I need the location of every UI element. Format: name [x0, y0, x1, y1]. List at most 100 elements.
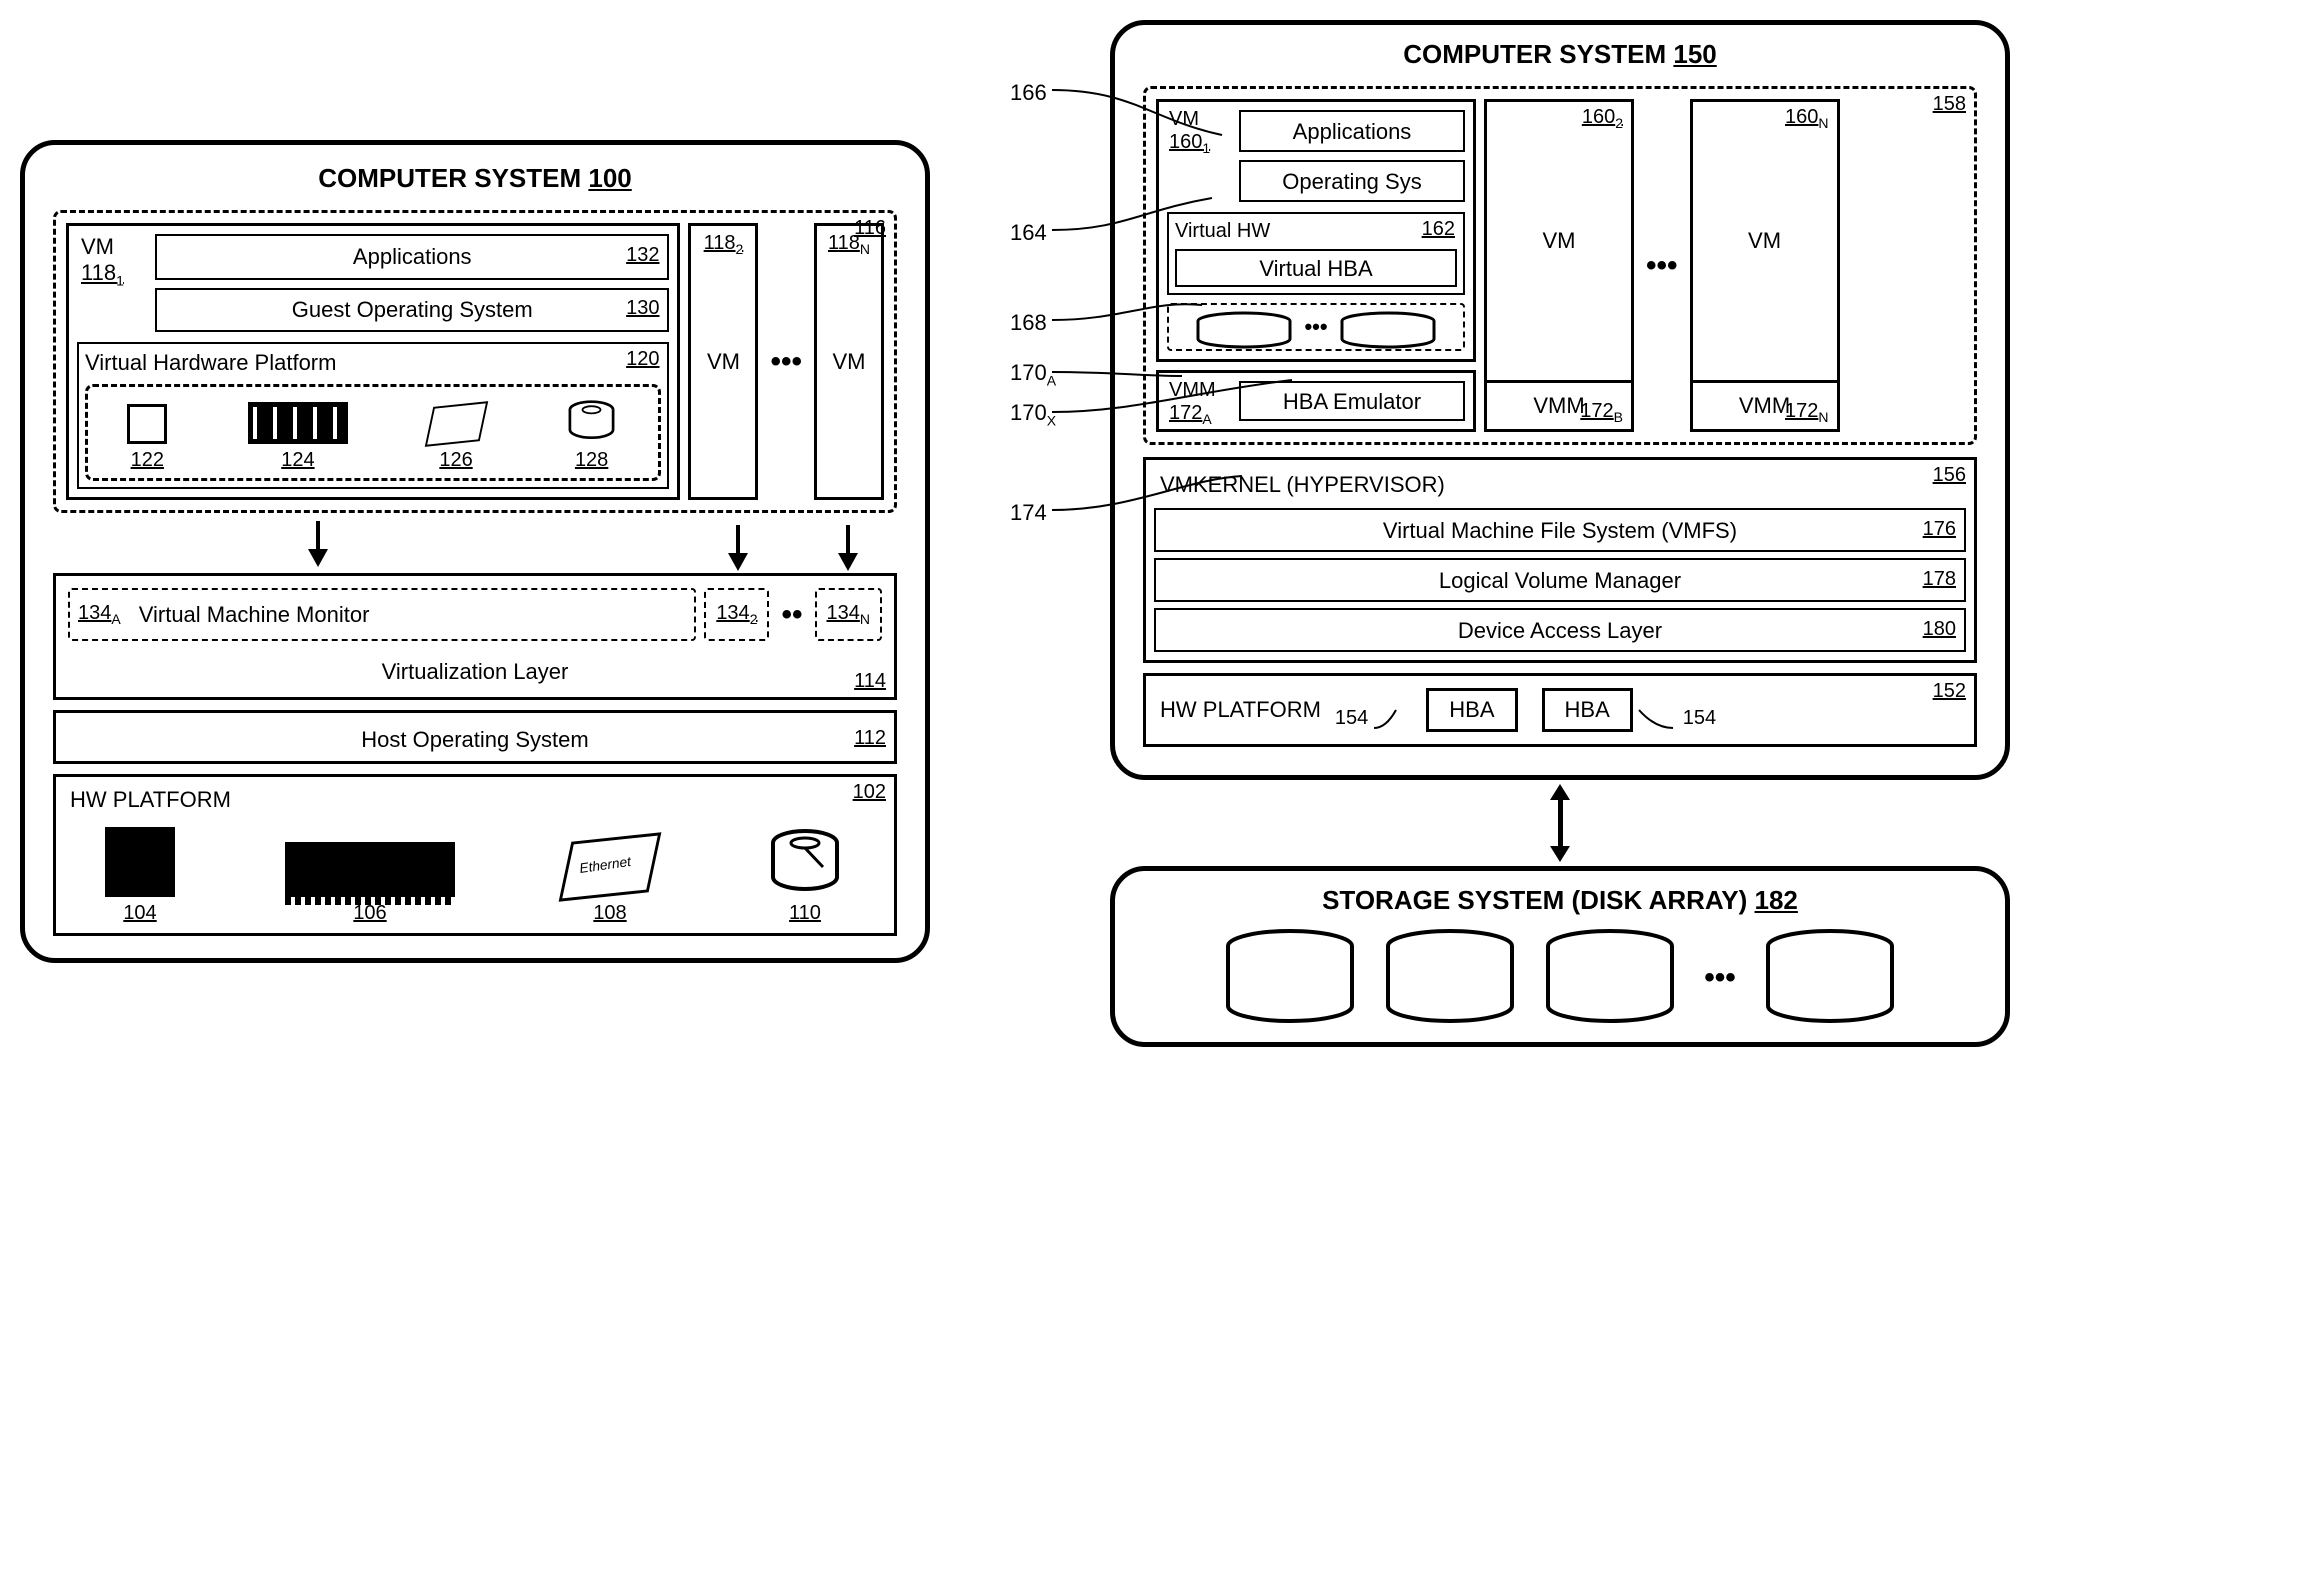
- storage-disk-icon: [1380, 928, 1520, 1028]
- hba-box-1: HBA: [1426, 688, 1517, 732]
- vmkernel-ref: 156: [1933, 464, 1966, 487]
- vm-group-158: 158 VM 1601 Applications: [1143, 86, 1977, 445]
- vm-160-1: VM 1601 Applications Operating Sys: [1156, 99, 1476, 362]
- ram-ref: 124: [248, 449, 348, 472]
- vhp-ref: 120: [626, 348, 659, 371]
- host-os-label: Host Operating System: [361, 727, 588, 752]
- vmn-vm-label: VM: [833, 349, 866, 375]
- lead-line-icon: [1372, 704, 1402, 734]
- computer-system-150: COMPUTER SYSTEM 150 158 VM 1601: [1110, 20, 2010, 1047]
- nic-icon: Ethernet: [559, 832, 662, 901]
- hba-ref-2: 154: [1683, 707, 1716, 736]
- hwp152-label: HW PLATFORM: [1160, 697, 1321, 723]
- hba-emulator-box: HBA Emulator: [1239, 381, 1465, 421]
- hw-platform-152: HW PLATFORM 154 HBA HBA 154 152: [1143, 673, 1977, 747]
- vm160-1-label: VM: [1169, 108, 1210, 131]
- ellipsis-icon: •••: [1700, 961, 1740, 995]
- vmm-a-box: 134A Virtual Machine Monitor: [68, 588, 696, 641]
- sys100-title-text: COMPUTER SYSTEM: [318, 163, 588, 193]
- nic-icon: [424, 401, 488, 447]
- lead-164: 164: [1010, 220, 1047, 246]
- hwp152-ref: 152: [1933, 680, 1966, 703]
- vmfs-box: Virtual Machine File System (VMFS) 176: [1154, 508, 1966, 552]
- vhw-ref: 162: [1422, 218, 1455, 241]
- patent-figure: COMPUTER SYSTEM 100 116 VM 1181 Applicat…: [20, 20, 2293, 1047]
- cpu-icon: [127, 404, 167, 444]
- hw-disk-ref: 110: [765, 902, 845, 925]
- sys150-title-ref: 150: [1673, 39, 1716, 69]
- ellipsis-icon: •••: [766, 223, 806, 500]
- virtualization-layer: 134A Virtual Machine Monitor 1342 •• 134…: [53, 573, 897, 700]
- coln-vmm: VMM 172N: [1693, 380, 1837, 429]
- disk-icon: [564, 399, 619, 444]
- ram-icon: [285, 842, 455, 897]
- virtual-hw-platform: Virtual Hardware Platform 120 122: [77, 342, 669, 489]
- hwp-ref: 102: [853, 781, 886, 804]
- coln-vm-label: VM: [1748, 228, 1781, 254]
- sys150-title-text: COMPUTER SYSTEM: [1403, 39, 1673, 69]
- apps-ref: 132: [626, 240, 659, 270]
- virtual-disk-a: Virtual A: [1194, 311, 1294, 343]
- nic-ref: 126: [429, 449, 484, 472]
- computer-system-100: COMPUTER SYSTEM 100 116 VM 1181 Applicat…: [20, 140, 930, 963]
- ellipsis-icon: •••: [1642, 99, 1682, 432]
- hw-platform-box: HW PLATFORM 102 104 106 Ethernet 108: [53, 774, 897, 936]
- lvm-box: Logical Volume Manager 178: [1154, 558, 1966, 602]
- col2-vm-label: VM: [1543, 228, 1576, 254]
- hw-ram-ref: 106: [285, 902, 455, 925]
- system-150-title: COMPUTER SYSTEM 150: [1133, 39, 1987, 80]
- vm2-vm-label: VM: [707, 349, 740, 375]
- storage-system-182: STORAGE SYSTEM (DISK ARRAY) 182 •••: [1110, 866, 2010, 1047]
- ellipsis-icon: ••: [777, 588, 806, 641]
- lead-line-icon: [1637, 704, 1677, 734]
- virt-layer-label: Virtualization Layer: [382, 659, 569, 684]
- system-150-outer: COMPUTER SYSTEM 150 158 VM 1601: [1110, 20, 2010, 780]
- vm-118-2: 1182 VM: [688, 223, 758, 500]
- vhp-label: Virtual Hardware Platform: [85, 350, 336, 375]
- os-box: Operating Sys: [1239, 160, 1465, 202]
- system-100-outer: COMPUTER SYSTEM 100 116 VM 1181 Applicat…: [20, 140, 930, 963]
- gos-ref: 130: [626, 294, 659, 322]
- vm1-label: VM: [81, 234, 124, 260]
- storage-disk-icon: [1540, 928, 1680, 1028]
- dal-box: Device Access Layer 180: [1154, 608, 1966, 652]
- vmm-label: Virtual Machine Monitor: [139, 602, 370, 628]
- host-os-box: Host Operating System 112: [53, 710, 897, 764]
- vmkernel-label: VMKERNEL (HYPERVISOR): [1160, 472, 1445, 497]
- host-os-ref: 112: [854, 719, 886, 757]
- sys100-title-ref: 100: [588, 163, 631, 193]
- hw-nic-ref: 108: [565, 902, 655, 925]
- vhw-label: Virtual HW: [1175, 220, 1270, 242]
- vmm-label: VMM: [1169, 379, 1216, 402]
- group-ref-158: 158: [1933, 93, 1966, 116]
- vm-118-1: VM 1181 Applications 132 Guest Operating…: [66, 223, 680, 500]
- virtual-disks-row: Virtual A ••• Virtual X: [1167, 303, 1465, 351]
- lead-168: 168: [1010, 310, 1047, 336]
- vmm-2-box: 1342: [704, 588, 769, 641]
- lead-166: 166: [1010, 80, 1047, 106]
- ram-icon: [248, 402, 348, 444]
- col2-vmm: VMM 172B: [1487, 380, 1631, 429]
- disk-ref: 128: [564, 449, 619, 472]
- hw-cpu-ref: 104: [105, 902, 175, 925]
- storage-title: STORAGE SYSTEM (DISK ARRAY) 182: [1133, 885, 1987, 928]
- virt-layer-ref: 114: [854, 670, 886, 693]
- guest-os-box: Guest Operating System 130: [155, 288, 669, 332]
- vmm-172-a: VMM 172A HBA Emulator: [1156, 370, 1476, 432]
- hwp-label: HW PLATFORM: [70, 787, 231, 812]
- lead-174: 174: [1010, 500, 1047, 526]
- virtual-hba-box: Virtual HBA: [1175, 249, 1457, 287]
- vmkernel-box: VMKERNEL (HYPERVISOR) 156 Virtual Machin…: [1143, 457, 1977, 663]
- hba-box-2: HBA: [1542, 688, 1633, 732]
- system-100-title: COMPUTER SYSTEM 100: [43, 163, 907, 204]
- vmm-n-box: 134N: [815, 588, 883, 641]
- storage-disk-icon: [1760, 928, 1900, 1028]
- cpu-icon: [105, 827, 175, 897]
- lead-170a: 170A: [1010, 360, 1056, 388]
- vhp-icons: 122 124 126: [85, 384, 661, 481]
- cpu-ref: 122: [127, 449, 167, 472]
- storage-disk-icon: [1220, 928, 1360, 1028]
- vm-col-160-n: 160N VM VMM 172N: [1690, 99, 1840, 432]
- vm-118-n: 118N VM: [814, 223, 884, 500]
- vm-col-160-2: 1602 VM VMM 172B: [1484, 99, 1634, 432]
